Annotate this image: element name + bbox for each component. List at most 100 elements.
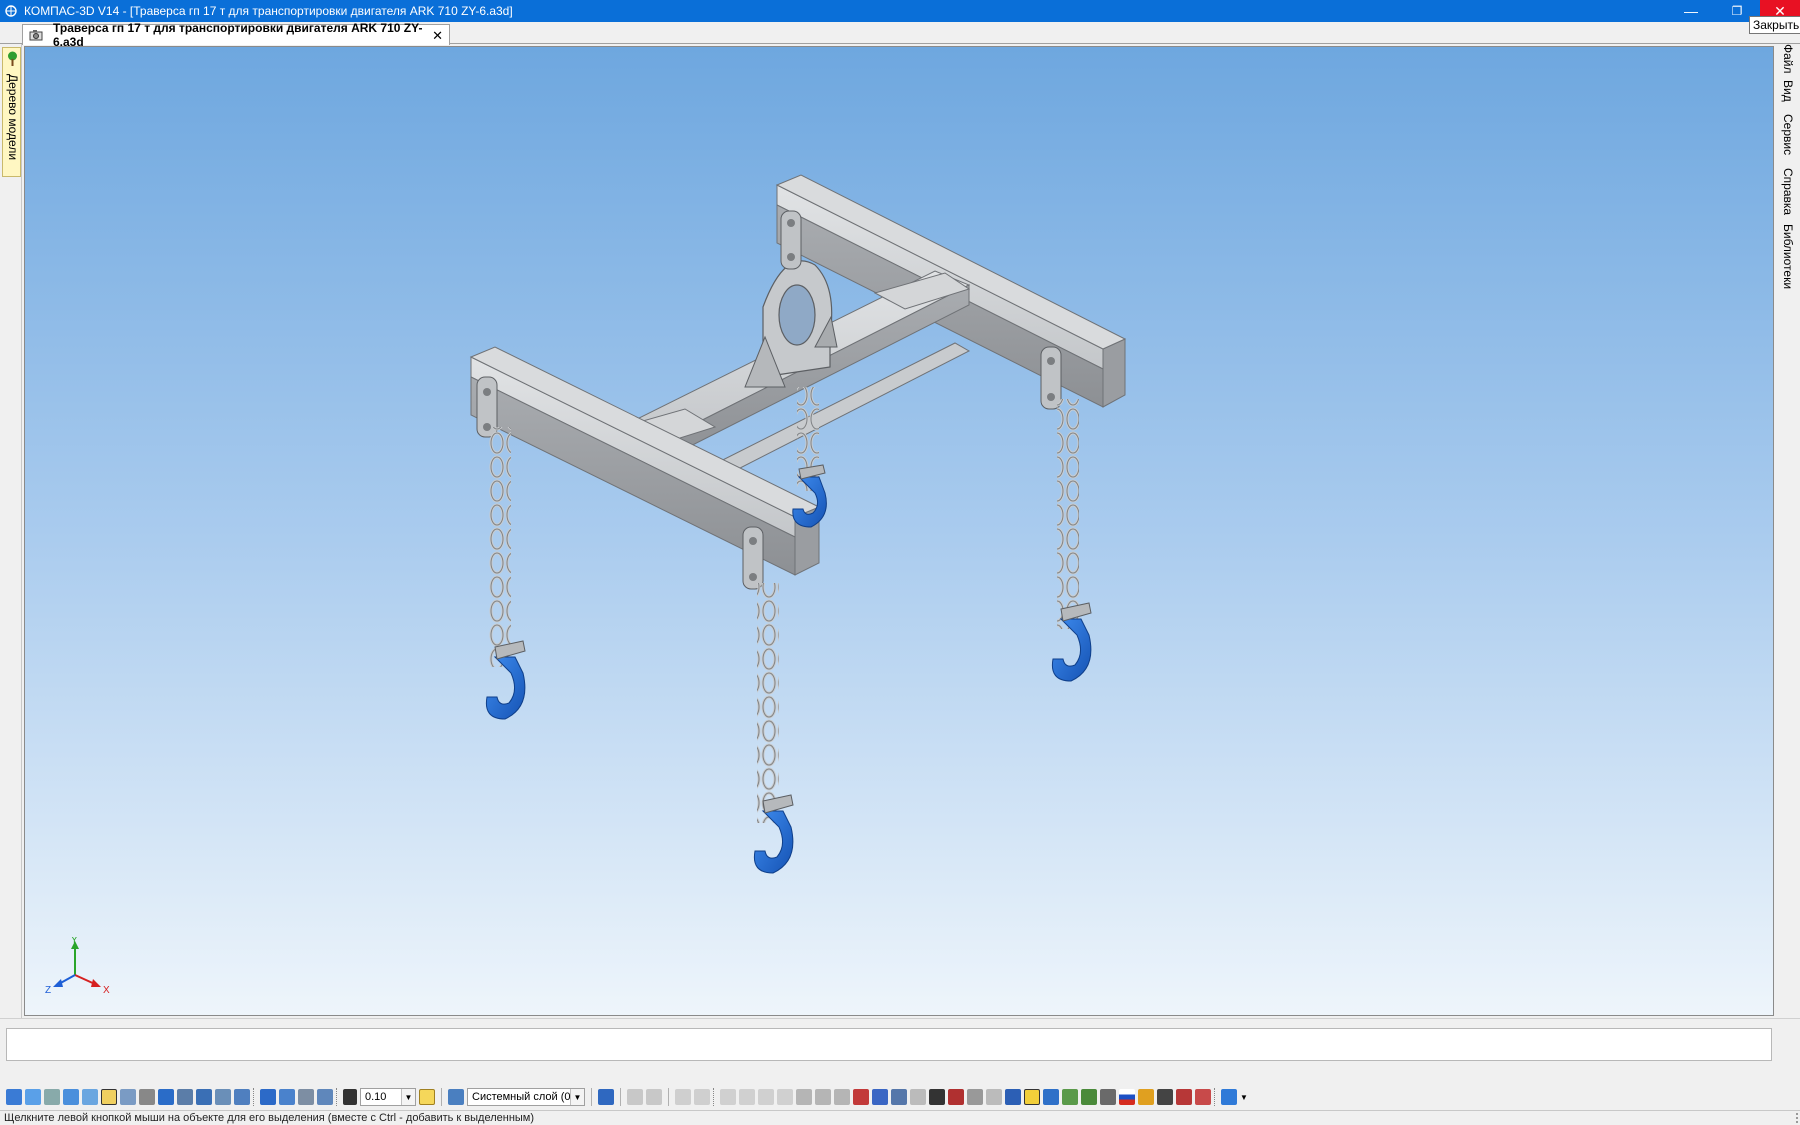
report-icon[interactable] <box>948 1089 964 1105</box>
zoom-fit-icon[interactable] <box>82 1089 98 1105</box>
menu-file[interactable]: Файл <box>1781 44 1795 74</box>
copy-icon[interactable] <box>796 1089 812 1105</box>
library-icon[interactable] <box>1043 1089 1059 1105</box>
bottom-toolbar: 0.10 ▼ Системный слой (0) ▼ ▼ <box>0 1084 1800 1110</box>
command-area <box>0 1018 1800 1084</box>
cube-icon[interactable] <box>25 1089 41 1105</box>
grid-snap-icon[interactable] <box>343 1089 357 1105</box>
calc-icon[interactable] <box>910 1089 926 1105</box>
model-viewport[interactable]: Y X Z <box>24 46 1774 1016</box>
status-message: Щелкните левой кнопкой мыши на объекте д… <box>4 1112 535 1124</box>
camera-icon <box>29 29 43 41</box>
chevron-down-icon[interactable]: ▼ <box>1240 1093 1248 1102</box>
manager-icon[interactable] <box>1100 1089 1116 1105</box>
menu-service[interactable]: Сервис <box>1781 114 1795 155</box>
layer-combo[interactable]: Системный слой (0) ▼ <box>467 1088 585 1106</box>
disk-icon[interactable] <box>1157 1089 1173 1105</box>
preview-icon[interactable] <box>891 1089 907 1105</box>
toolbar-grip[interactable] <box>253 1088 257 1106</box>
lifting-eye[interactable] <box>744 260 838 388</box>
paste-icon[interactable] <box>815 1089 831 1105</box>
step-combo[interactable]: 0.10 ▼ <box>360 1088 416 1106</box>
grid-icon[interactable] <box>675 1089 691 1105</box>
right-panel: Файл Вид Сервис Справка Библиотеки <box>1776 44 1800 1018</box>
new-document-icon[interactable] <box>6 1089 22 1105</box>
select-icon[interactable] <box>101 1089 117 1105</box>
toolbar-grip[interactable] <box>336 1088 340 1106</box>
chevron-down-icon[interactable]: ▼ <box>401 1089 415 1105</box>
undo-icon[interactable] <box>720 1089 736 1105</box>
undo-step-icon[interactable] <box>758 1089 774 1105</box>
save-icon[interactable] <box>929 1089 945 1105</box>
display-mode-icon[interactable] <box>1221 1089 1237 1105</box>
rotate-icon[interactable] <box>44 1089 60 1105</box>
tab-document[interactable]: Траверса гп 17 т для транспортировки дви… <box>22 21 450 49</box>
close-tooltip: Закрыть <box>1749 16 1800 34</box>
help-icon[interactable] <box>872 1089 888 1105</box>
variables-icon[interactable] <box>1062 1089 1078 1105</box>
toolbar-separator <box>591 1088 592 1106</box>
document-tab-bar: Траверса гп 17 т для транспортировки дви… <box>0 21 1800 49</box>
clip-icon[interactable] <box>120 1089 136 1105</box>
tree-icon <box>6 51 19 70</box>
snap-toggle-icon[interactable] <box>419 1089 435 1105</box>
disabled-tool-icon <box>627 1089 643 1105</box>
minimize-button[interactable]: — <box>1668 0 1714 22</box>
step-value: 0.10 <box>365 1091 387 1103</box>
command-line-input[interactable] <box>6 1028 1772 1061</box>
resize-grip-icon[interactable] <box>1788 1113 1798 1123</box>
export-icon[interactable] <box>1176 1089 1192 1105</box>
disabled-tool-icon <box>646 1089 662 1105</box>
minimize-icon: — <box>1684 3 1698 19</box>
panels-icon[interactable] <box>1024 1089 1040 1105</box>
axes-indicator: Y X Z <box>45 937 110 996</box>
hatch-icon[interactable] <box>279 1089 295 1105</box>
kompas-app-icon[interactable] <box>4 4 18 18</box>
properties-icon[interactable] <box>317 1089 333 1105</box>
layer-icon[interactable] <box>448 1089 464 1105</box>
left-panel: Дерево модели <box>0 44 22 1018</box>
toolbar-separator <box>620 1088 621 1106</box>
axis-y-label: Y <box>71 937 78 946</box>
menu-libraries[interactable]: Библиотеки <box>1781 224 1795 289</box>
ortho-icon[interactable] <box>694 1089 710 1105</box>
traverse-3d-model <box>469 174 1127 874</box>
model-tree-tab[interactable]: Дерево модели <box>2 47 21 177</box>
language-flag-icon[interactable] <box>1119 1089 1135 1105</box>
orient-icon[interactable] <box>63 1089 79 1105</box>
redo-step-icon[interactable] <box>777 1089 793 1105</box>
format-icon[interactable] <box>834 1089 850 1105</box>
view-icon[interactable] <box>196 1089 212 1105</box>
menu-help[interactable]: Справка <box>1781 168 1795 215</box>
local-cs-icon[interactable] <box>598 1089 614 1105</box>
toolbar-grip[interactable] <box>1214 1088 1218 1106</box>
print-icon[interactable] <box>967 1089 983 1105</box>
toolbar-grip[interactable] <box>713 1088 717 1106</box>
exit-icon[interactable] <box>1195 1089 1211 1105</box>
layers-icon[interactable] <box>177 1089 193 1105</box>
attributes-icon[interactable] <box>986 1089 1002 1105</box>
refresh-icon[interactable] <box>234 1089 250 1105</box>
redo-icon[interactable] <box>739 1089 755 1105</box>
menu-view[interactable]: Вид <box>1781 80 1795 102</box>
model-tree-label: Дерево модели <box>6 74 20 161</box>
line-icon[interactable] <box>260 1089 276 1105</box>
tree-view-icon[interactable] <box>1081 1089 1097 1105</box>
chevron-down-icon[interactable]: ▼ <box>570 1089 584 1105</box>
sketch-icon[interactable] <box>139 1089 155 1105</box>
restore-icon: ❐ <box>1731 4 1743 18</box>
layer-value: Системный слой (0) <box>472 1091 575 1103</box>
open-folder-icon[interactable] <box>1138 1089 1154 1105</box>
window-icon[interactable] <box>1005 1089 1021 1105</box>
dimension-icon[interactable] <box>298 1089 314 1105</box>
toolbar-separator <box>441 1088 442 1106</box>
tab-close-icon[interactable]: ✕ <box>432 28 443 44</box>
measure-icon[interactable] <box>215 1089 231 1105</box>
spec-icon[interactable] <box>853 1089 869 1105</box>
window-title: КОМПАС-3D V14 - [Траверса гп 17 т для тр… <box>24 4 513 18</box>
title-bar: КОМПАС-3D V14 - [Траверса гп 17 т для тр… <box>0 0 1800 22</box>
filter-icon[interactable] <box>158 1089 174 1105</box>
toolbar-separator <box>668 1088 669 1106</box>
axis-z-label: Z <box>45 985 51 996</box>
axis-x-label: X <box>103 985 110 996</box>
